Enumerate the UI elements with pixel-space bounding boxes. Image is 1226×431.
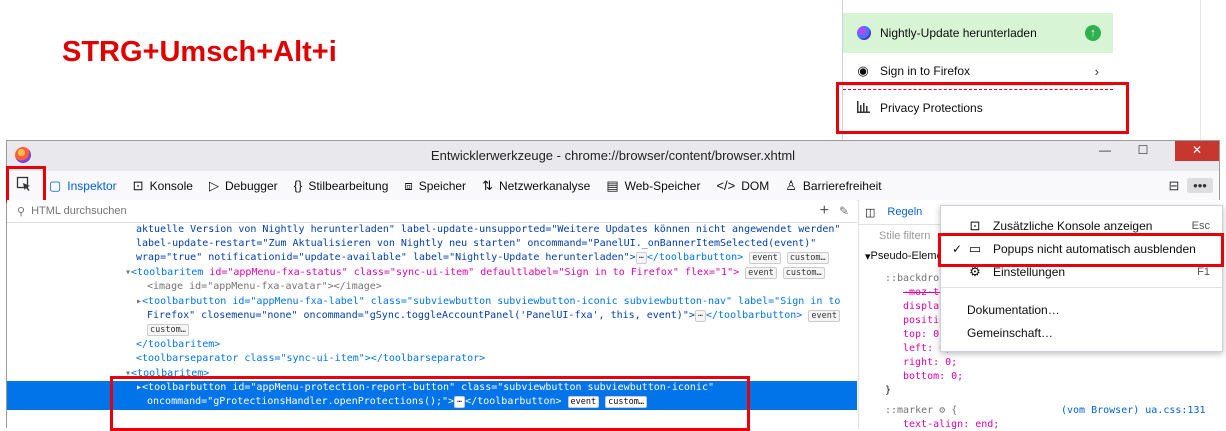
rule-selector: ::marker ⚙ {: [885, 405, 958, 416]
markup-line[interactable]: wrap="true" notificationid="update-avail…: [136, 251, 857, 265]
html-search-input[interactable]: [29, 204, 234, 218]
markup-line[interactable]: <image id="appMenu-fxa-avatar"></image>: [147, 280, 857, 294]
rule-property[interactable]: right: 0;: [903, 357, 957, 368]
inspector-icon: ▢: [49, 177, 62, 193]
accessibility-icon: ♙: [785, 177, 797, 193]
highlight-toolbaritem-box: [110, 376, 750, 431]
rule-property[interactable]: display: [903, 301, 945, 312]
chevron-right-icon: ›: [1094, 63, 1099, 79]
tab-label: Netzwerkanalyse: [498, 178, 591, 193]
page-scrollbar[interactable]: [1200, 0, 1226, 140]
add-node-icon[interactable]: +: [820, 202, 829, 220]
storage-icon: ▤: [606, 177, 619, 193]
tab-label: Konsole: [149, 178, 193, 193]
network-icon: ⇅: [482, 177, 493, 193]
custom-badge[interactable]: custom…: [782, 267, 825, 279]
update-label: Nightly-Update herunterladen: [880, 26, 1037, 40]
memory-icon: ⧈: [404, 177, 413, 193]
tab-label: Speicher: [418, 178, 467, 193]
rule-property[interactable]: positio: [903, 315, 945, 326]
arrow-up-icon: ↑: [1085, 25, 1101, 41]
event-badge[interactable]: event: [745, 267, 777, 279]
markup-line[interactable]: label-update-restart="Zum Aktualisieren …: [136, 237, 857, 251]
tab-inspector[interactable]: ▢ Inspektor: [41, 171, 125, 200]
title-bar: Entwicklerwerkzeuge - chrome://browser/c…: [7, 141, 1219, 171]
tab-label: Inspektor: [67, 178, 117, 193]
dock-options-icon[interactable]: ⊟: [1161, 178, 1187, 194]
rule-selector: ::backdrop: [885, 273, 946, 284]
markup-line[interactable]: Firefox" closemenu="none" oncommand="gSy…: [147, 309, 857, 323]
tab-dom[interactable]: </> DOM: [708, 171, 777, 200]
markup-line[interactable]: </toolbaritem>: [136, 338, 857, 352]
markup-line[interactable]: aktuelle Version von Nightly herunterlad…: [136, 223, 857, 237]
devtools-toolbar: ▢ Inspektor ⊡ Konsole ▷ Debugger {} Stil…: [7, 171, 1219, 201]
window-title: Entwicklerwerkzeuge - chrome://browser/c…: [430, 148, 796, 163]
sign-in-item[interactable]: ◉ Sign in to Firefox ›: [843, 57, 1113, 85]
more-badge[interactable]: ⋯: [635, 252, 647, 264]
tab-console[interactable]: ⊡ Konsole: [125, 171, 201, 200]
more-badge[interactable]: ⋯: [694, 310, 706, 322]
markup-line[interactable]: ▸<toolbarbutton id="appMenu-fxa-label" c…: [136, 295, 857, 309]
tab-network[interactable]: ⇅ Netzwerkanalyse: [474, 171, 598, 200]
highlight-picker-box: [6, 166, 46, 203]
event-badge[interactable]: event: [808, 310, 840, 322]
custom-badge[interactable]: custom…: [786, 252, 829, 264]
community-item[interactable]: Gemeinschaft…: [941, 321, 1222, 344]
markup-line[interactable]: <toolbarseparator class="sync-ui-item"><…: [136, 352, 857, 366]
tab-label: Web-Speicher: [624, 178, 701, 193]
tab-style-editor[interactable]: {} Stilbearbeitung: [286, 171, 397, 200]
tab-debugger[interactable]: ▷ Debugger: [201, 171, 286, 200]
tab-memory[interactable]: ⧈ Speicher: [396, 171, 474, 200]
close-button[interactable]: ✕: [1175, 141, 1219, 161]
tab-accessibility[interactable]: ♙ Barrierefreiheit: [777, 171, 889, 200]
rule-property[interactable]: bottom: 0;: [903, 371, 963, 382]
rule-source-link[interactable]: (vom Browser) ua.css:131: [1061, 405, 1206, 416]
style-editor-icon: {}: [293, 178, 303, 193]
console-icon: ⊡: [969, 217, 981, 233]
custom-badge[interactable]: custom…: [147, 324, 189, 336]
debugger-icon: ▷: [208, 177, 219, 193]
sign-in-label: Sign in to Firefox: [880, 64, 971, 78]
tab-storage[interactable]: ▤ Web-Speicher: [598, 171, 708, 200]
markup-line[interactable]: custom…: [147, 323, 857, 337]
options-menu: ⊡ Zusätzliche Konsole anzeigen Esc ✓ ▭ P…: [940, 205, 1223, 352]
markup-search-bar: ⚲ + ✎: [7, 200, 857, 223]
tab-rules[interactable]: Regeln: [887, 206, 922, 218]
maximize-button[interactable]: ☐: [1129, 141, 1157, 161]
sidebar-toggle-icon[interactable]: ◫: [865, 206, 875, 219]
highlight-privacy-box: [836, 82, 1129, 134]
tab-label: DOM: [741, 178, 770, 193]
filter-icon: ⚲: [17, 205, 26, 218]
rule-close: }: [885, 385, 892, 396]
documentation-item[interactable]: Dokumentation…: [941, 298, 1222, 321]
rule-property[interactable]: top: 0;: [903, 329, 945, 340]
tab-label: Barrierefreiheit: [802, 178, 882, 193]
minimize-button[interactable]: —: [1091, 141, 1119, 161]
markup-line[interactable]: ▾<toolbaritem id="appMenu-fxa-status" cl…: [125, 266, 857, 280]
update-banner[interactable]: Nightly-Update herunterladen ↑: [843, 13, 1113, 53]
toolbar-right-buttons: ⊟ •••: [1161, 171, 1213, 200]
menu-separator: [941, 287, 1222, 288]
highlight-popup-option-box: [938, 233, 1224, 267]
account-icon: ◉: [857, 63, 869, 78]
nightly-logo-icon: [857, 26, 871, 40]
console-icon: ⊡: [132, 177, 144, 193]
eyedropper-icon[interactable]: ✎: [839, 204, 849, 218]
rule-property[interactable]: -moz-to: [903, 287, 945, 298]
shortcut-hint: STRG+Umsch+Alt+i: [62, 36, 337, 68]
tab-label: Debugger: [224, 178, 278, 193]
more-options-icon[interactable]: •••: [1187, 178, 1213, 193]
event-badge[interactable]: event: [749, 252, 781, 264]
tab-label: Stilbearbeitung: [308, 178, 389, 193]
dom-icon: </>: [716, 178, 736, 193]
